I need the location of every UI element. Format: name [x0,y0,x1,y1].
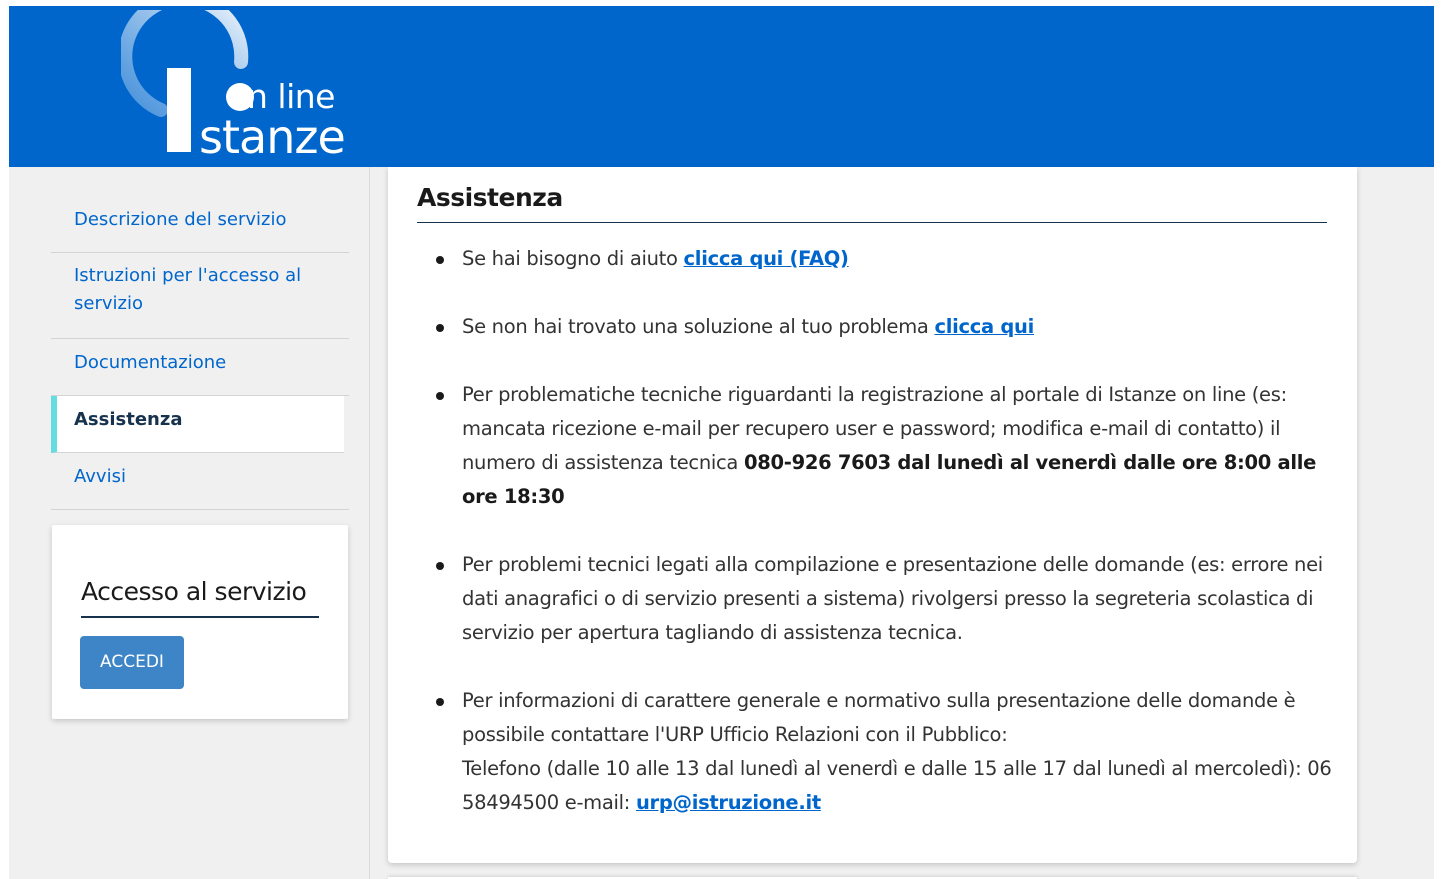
list-item: Per problemi tecnici legati alla compila… [433,548,1333,650]
list-item: Se hai bisogno di aiuto clicca qui (FAQ) [433,242,1333,276]
list-item: Per informazioni di carattere generale e… [433,684,1333,820]
list-item-text: Se non hai trovato una soluzione al tuo … [462,315,935,338]
faq-link[interactable]: clicca qui (FAQ) [684,247,849,270]
sidebar-item-descrizione[interactable]: Descrizione del servizio [51,196,349,253]
sidebar-item-assistenza[interactable]: Assistenza [51,396,344,453]
sidebar-item-documentazione[interactable]: Documentazione [51,339,349,396]
logo-text-online: n line [247,77,335,116]
assistance-list: Se hai bisogno di aiuto clicca qui (FAQ)… [433,242,1333,820]
list-item: Se non hai trovato una soluzione al tuo … [433,310,1333,344]
sidebar-nav: Descrizione del servizio Istruzioni per … [51,196,349,510]
page-title: Assistenza [417,183,1327,223]
access-card: Accesso al servizio ACCEDI [52,525,348,719]
list-item-text: Se hai bisogno di aiuto [462,247,684,270]
istanze-online-logo[interactable]: n line stanze [121,10,361,160]
sidebar-item-istruzioni[interactable]: Istruzioni per l'accesso al servizio [51,253,349,339]
access-card-title: Accesso al servizio [81,577,319,618]
logo-text-stanze: stanze [199,110,346,164]
list-item-text: Telefono (dalle 10 alle 13 dal lunedì al… [462,757,1332,814]
main-content: Assistenza Se hai bisogno di aiuto clicc… [388,167,1357,863]
list-item-text: Per informazioni di carattere generale e… [462,689,1296,746]
sidebar-item-avvisi[interactable]: Avvisi [51,453,349,510]
header: n line stanze [9,6,1434,167]
page: n line stanze Descrizione del servizio I… [9,6,1434,879]
list-item: Per problematiche tecniche riguardanti l… [433,378,1333,514]
accedi-button[interactable]: ACCEDI [80,636,184,689]
column-divider [369,167,370,879]
email-link[interactable]: urp@istruzione.it [636,791,821,814]
list-item-text: Per problemi tecnici legati alla compila… [462,553,1323,644]
contact-link[interactable]: clicca qui [934,315,1034,338]
